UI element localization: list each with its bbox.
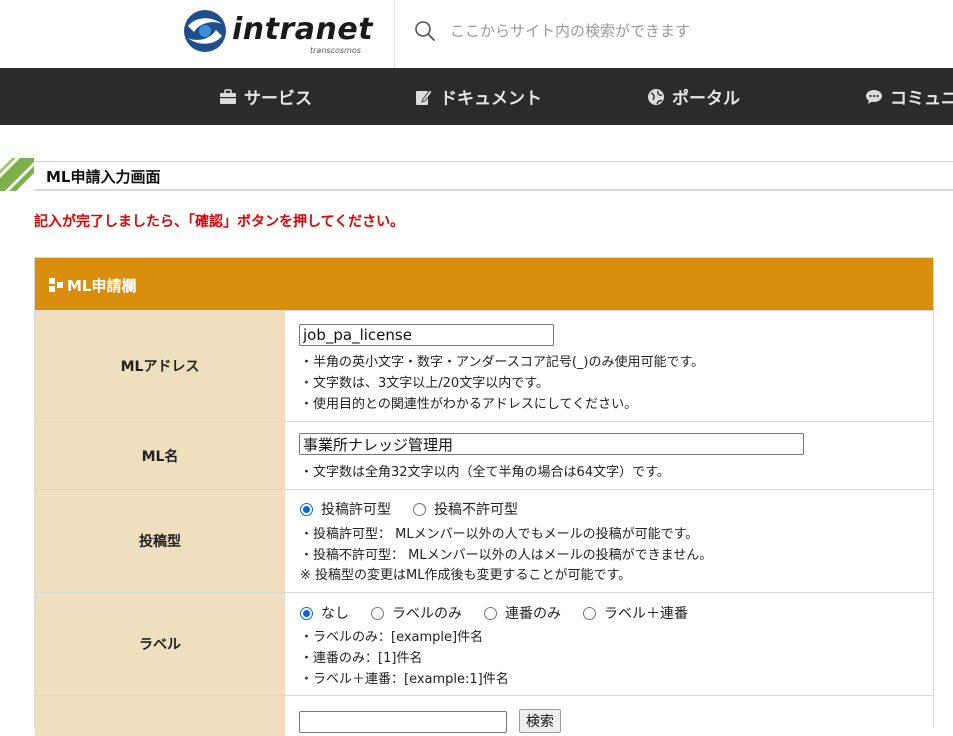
radio-label-serial[interactable]: ラベル＋連番 — [583, 603, 688, 623]
note-post-2: ・投稿不許可型： MLメンバー以外の人はメールの投稿ができません。 — [300, 548, 713, 563]
globe-icon — [646, 87, 666, 107]
site-search-input[interactable] — [450, 17, 930, 45]
radio-label-post-allowed: 投稿許可型 — [321, 502, 391, 518]
heading-line-bottom — [34, 189, 953, 191]
label-search-row — [35, 696, 285, 736]
value-search-row: 検索 — [286, 696, 933, 736]
note-label-1: ・ラベルのみ：[example]件名 — [300, 630, 484, 645]
form-header-title: ML申請欄 — [67, 277, 137, 295]
logo-text: intranet — [232, 12, 374, 47]
radio-post-disallowed[interactable]: 投稿不許可型 — [413, 499, 518, 519]
search-icon[interactable] — [414, 20, 436, 42]
label-label-type: ラベル — [35, 593, 285, 695]
member-search-input[interactable] — [299, 711, 507, 733]
nav-label-community: コミュニ — [890, 89, 953, 109]
logo-mark-icon — [184, 10, 226, 52]
form-header: ML申請欄 — [35, 258, 933, 310]
nav-item-community[interactable]: コミュニ — [864, 68, 953, 125]
post-type-radio-group: 投稿許可型 投稿不許可型 — [300, 499, 540, 519]
nav-label-documents: ドキュメント — [440, 89, 542, 109]
nav-label-services: サービス — [244, 89, 312, 109]
radio-label-only-text: ラベルのみ — [392, 606, 462, 622]
radio-label-post-disallowed: 投稿不許可型 — [434, 502, 518, 518]
radio-dot — [484, 606, 497, 620]
value-post-type: 投稿許可型 投稿不許可型 ・投稿許可型： MLメンバー以外の人でもメールの投稿が… — [286, 490, 933, 592]
row-post-type: 投稿型 投稿許可型 投稿不許可型 ・投稿許可型： MLメンバー以外の人でもメール… — [35, 489, 933, 592]
note-address-3: ・使用目的との関連性がわかるアドレスにしてください。 — [300, 397, 638, 412]
radio-dot — [371, 606, 384, 620]
chat-icon — [864, 87, 884, 107]
radio-label-none[interactable]: なし — [300, 603, 349, 623]
heading-line-top — [34, 161, 953, 162]
ml-address-input[interactable] — [299, 324, 554, 346]
note-label-3: ・ラベル＋連番：[example:1]件名 — [300, 672, 509, 687]
row-ml-address: MLアドレス ・半角の英小文字・数字・アンダースコア記号(_)のみ使用可能です。… — [35, 310, 933, 421]
radio-label-serial-text: ラベル＋連番 — [604, 606, 688, 622]
note-label-2: ・連番のみ：[1]件名 — [300, 651, 423, 666]
radio-serial-only-text: 連番のみ — [505, 606, 561, 622]
nav-label-portal: ポータル — [672, 89, 740, 109]
radio-dot — [583, 606, 596, 620]
radio-dot-checked — [300, 502, 313, 516]
label-ml-name: ML名 — [35, 422, 285, 489]
global-nav: サービス ドキュメント ポータル コミュニ — [0, 68, 953, 125]
nav-item-portal[interactable]: ポータル — [646, 68, 740, 125]
row-ml-name: ML名 ・文字数は全角32文字以内（全て半角の場合は64文字）です。 — [35, 421, 933, 489]
value-label-type: なし ラベルのみ 連番のみ ラベル＋連番 ・ラベルのみ：[example]件名 … — [286, 593, 933, 695]
radio-dot — [413, 502, 426, 516]
ml-application-form: ML申請欄 MLアドレス ・半角の英小文字・数字・アンダースコア記号(_)のみ使… — [34, 257, 934, 736]
label-type-radio-group: なし ラベルのみ 連番のみ ラベル＋連番 — [300, 603, 710, 623]
nav-item-documents[interactable]: ドキュメント — [414, 68, 542, 125]
note-address-2: ・文字数は、3文字以上/20文字以内です。 — [300, 376, 549, 391]
note-address-1: ・半角の英小文字・数字・アンダースコア記号(_)のみ使用可能です。 — [300, 355, 705, 370]
radio-serial-only[interactable]: 連番のみ — [484, 603, 561, 623]
nav-item-services[interactable]: サービス — [218, 68, 312, 125]
note-name-1: ・文字数は全角32文字以内（全て半角の場合は64文字）です。 — [300, 465, 670, 480]
label-ml-address: MLアドレス — [35, 311, 285, 421]
page-title: ML申請入力画面 — [46, 168, 161, 186]
value-ml-address: ・半角の英小文字・数字・アンダースコア記号(_)のみ使用可能です。 ・文字数は、… — [286, 311, 933, 421]
radio-label-none-text: なし — [321, 606, 349, 622]
row-label-type: ラベル なし ラベルのみ 連番のみ ラベル＋連番 ・ラベルのみ：[example… — [35, 592, 933, 695]
header-divider — [394, 0, 395, 68]
note-post-3: ※ 投稿型の変更はML作成後も変更することが可能です。 — [300, 568, 632, 583]
search-button[interactable]: 検索 — [519, 709, 561, 733]
value-ml-name: ・文字数は全角32文字以内（全て半角の場合は64文字）です。 — [286, 422, 933, 489]
briefcase-icon — [218, 87, 238, 107]
site-logo[interactable]: intranet transcosmos — [180, 6, 373, 56]
site-header: intranet transcosmos — [0, 0, 953, 68]
label-post-type: 投稿型 — [35, 490, 285, 592]
radio-dot-checked — [300, 606, 313, 620]
row-search: 検索 — [35, 695, 933, 736]
radio-label-only[interactable]: ラベルのみ — [371, 603, 462, 623]
document-edit-icon — [414, 87, 434, 107]
heading-stripe-icon — [0, 158, 34, 191]
radio-post-allowed[interactable]: 投稿許可型 — [300, 499, 391, 519]
instruction-notice: 記入が完了しましたら、「確認」ボタンを押してください。 — [34, 214, 405, 230]
section-marker-icon — [49, 278, 63, 292]
logo-subtext: transcosmos — [310, 46, 361, 55]
page-heading: ML申請入力画面 — [0, 158, 953, 192]
ml-name-input[interactable] — [299, 433, 804, 455]
note-post-1: ・投稿許可型： MLメンバー以外の人でもメールの投稿が可能です。 — [300, 527, 699, 542]
